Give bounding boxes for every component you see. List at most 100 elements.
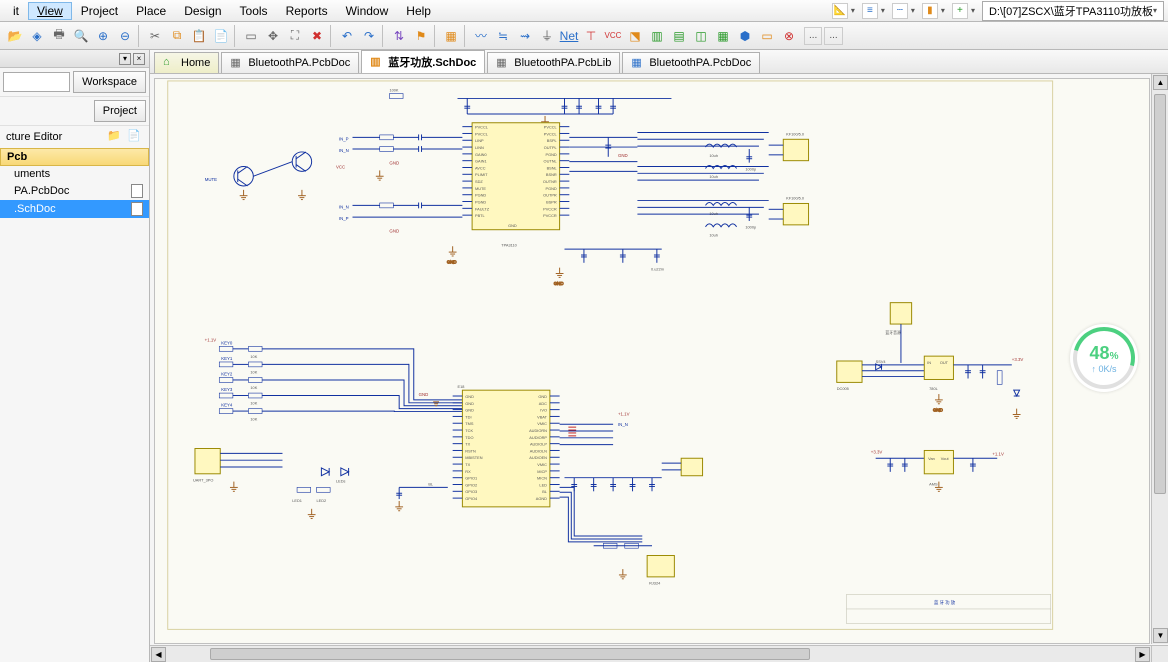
svg-text:PVCCL: PVCCL	[475, 125, 489, 130]
scroll-thumb[interactable]	[210, 648, 810, 660]
cut-icon[interactable]: ✂	[144, 25, 166, 47]
sheet2-icon[interactable]: ▤	[668, 25, 690, 47]
svg-text:VMIC: VMIC	[537, 462, 547, 467]
menu-project[interactable]: Project	[72, 2, 127, 20]
toolbar-split-3[interactable]: ┄▾	[892, 3, 918, 19]
netlabel-icon[interactable]: Net	[558, 25, 580, 47]
zoom-out-icon[interactable]: ⊖	[114, 25, 136, 47]
menu-reports[interactable]: Reports	[277, 2, 337, 20]
scroll-up-icon[interactable]: ▲	[1153, 75, 1168, 90]
document-icon	[131, 184, 143, 198]
menu-design[interactable]: Design	[175, 2, 230, 20]
tree-header[interactable]: Pcb	[0, 148, 149, 166]
vcc-icon[interactable]: ⊤	[580, 25, 602, 47]
project-tree: uments PA.PcbDoc .SchDoc	[0, 166, 149, 218]
sheet-icon[interactable]: ▥	[646, 25, 668, 47]
svg-text:LINN: LINN	[475, 145, 484, 150]
print-icon[interactable]: 🖶	[48, 25, 70, 47]
svg-text:OUTNL: OUTNL	[544, 159, 558, 164]
undo-icon[interactable]: ↶	[336, 25, 358, 47]
tree-item-schdoc[interactable]: .SchDoc	[0, 200, 149, 218]
select-rect-icon[interactable]: ▭	[240, 25, 262, 47]
chevron-down-icon[interactable]: ▾	[119, 53, 131, 65]
menu-tools[interactable]: Tools	[231, 2, 277, 20]
paste2-icon[interactable]: 📄	[210, 25, 232, 47]
layers-icon[interactable]: ◈	[26, 25, 48, 47]
svg-text:PGND: PGND	[546, 152, 557, 157]
svg-text:RSTN: RSTN	[465, 448, 476, 453]
workspace-button[interactable]: Workspace	[73, 71, 146, 93]
svg-text:Vout: Vout	[941, 456, 950, 461]
performance-widget[interactable]: 48% ↑ 0K/s	[1070, 324, 1138, 392]
scroll-left-icon[interactable]: ◀	[151, 647, 166, 662]
tab-pcblib[interactable]: ▦BluetoothPA.PcbLib	[487, 52, 620, 73]
updown-icon[interactable]: ⇅	[388, 25, 410, 47]
tab-home[interactable]: ⌂Home	[154, 52, 219, 73]
port-icon[interactable]: ⬔	[624, 25, 646, 47]
tab-pcbdoc-2[interactable]: ▦BluetoothPA.PcbDoc	[622, 52, 760, 73]
svg-text:GND: GND	[933, 408, 943, 413]
tree-group[interactable]: uments	[0, 166, 149, 182]
tab-schdoc[interactable]: ▥蓝牙功放.SchDoc	[361, 50, 485, 73]
editor-area: ⌂Home ▦BluetoothPA.PcbDoc ▥蓝牙功放.SchDoc ▦…	[150, 50, 1168, 662]
scroll-right-icon[interactable]: ▶	[1135, 647, 1150, 662]
svg-text:SSV4: SSV4	[876, 359, 887, 364]
zoom-in-icon[interactable]: ⊕	[92, 25, 114, 47]
toolbar-more-1[interactable]: ...	[804, 27, 822, 45]
scroll-down-icon[interactable]: ▼	[1153, 628, 1168, 643]
tree-item-pcbdoc[interactable]: PA.PcbDoc	[0, 182, 149, 200]
copy-icon[interactable]: ⧉	[166, 25, 188, 47]
bar-icon: ▮	[922, 3, 938, 19]
svg-text:TPA3110: TPA3110	[501, 242, 517, 247]
move-icon[interactable]: ✥	[262, 25, 284, 47]
svg-text:蓝牙音源: 蓝牙音源	[885, 330, 901, 335]
zoom-fit-icon[interactable]: 🔍	[70, 25, 92, 47]
toolbar-split-2[interactable]: ≡▾	[862, 3, 888, 19]
noconnect-icon[interactable]: ⊗	[778, 25, 800, 47]
delete-icon[interactable]: ✖	[306, 25, 328, 47]
sheet3-icon[interactable]: ◫	[690, 25, 712, 47]
file-path-combo[interactable]: D:\[07]ZSCX\蓝牙TPA3110功放板▾	[982, 1, 1164, 21]
menu-help[interactable]: Help	[397, 2, 440, 20]
part2-icon[interactable]: ⬢	[734, 25, 756, 47]
redo-icon[interactable]: ↷	[358, 25, 380, 47]
flag-icon[interactable]: ⚑	[410, 25, 432, 47]
svg-text:PBTL: PBTL	[475, 213, 486, 218]
toolbar-split-1[interactable]: 📐▾	[832, 3, 858, 19]
text-icon[interactable]: ▭	[756, 25, 778, 47]
scroll-thumb[interactable]	[1154, 94, 1166, 494]
line-icon: 📐	[832, 3, 848, 19]
vcc-label-icon[interactable]: VCC	[602, 25, 624, 47]
pcb-icon: ▦	[230, 56, 244, 70]
gnd-icon[interactable]: ⏚	[536, 25, 558, 47]
open-icon[interactable]: 📂	[4, 25, 26, 47]
schematic-canvas[interactable]: .w{stroke:#1030a0;stroke-width:1;fill:no…	[154, 78, 1150, 644]
menu-view[interactable]: View	[28, 2, 72, 20]
paste-icon[interactable]: 📋	[188, 25, 210, 47]
close-icon[interactable]: ×	[133, 53, 145, 65]
menu-window[interactable]: Window	[337, 2, 398, 20]
plus-icon: +	[952, 3, 968, 19]
project-button[interactable]: Project	[94, 100, 146, 122]
vertical-scrollbar[interactable]: ▲ ▼	[1151, 74, 1168, 644]
horizontal-scrollbar[interactable]: ◀ ▶	[150, 645, 1151, 662]
svg-text:10K: 10K	[250, 354, 257, 359]
workspace-field[interactable]	[3, 72, 70, 92]
toolbar-split-4[interactable]: ▮▾	[922, 3, 948, 19]
bus-icon[interactable]: ≒	[492, 25, 514, 47]
svg-text:PLIMIT: PLIMIT	[475, 172, 488, 177]
toolbar-more-2[interactable]: ...	[824, 27, 842, 45]
document-icon[interactable]: 📄	[127, 129, 143, 145]
svg-text:GND: GND	[389, 229, 399, 234]
toolbar-split-5[interactable]: +▾	[952, 3, 978, 19]
harness-icon[interactable]: ▦	[712, 25, 734, 47]
deselect-icon[interactable]: ⛶	[284, 25, 306, 47]
menu-place[interactable]: Place	[127, 2, 175, 20]
folder-icon[interactable]: 📁	[107, 129, 123, 145]
signal-icon[interactable]: ⇝	[514, 25, 536, 47]
part-icon[interactable]: ▦	[440, 25, 462, 47]
svg-text:10uh: 10uh	[709, 153, 718, 158]
tab-pcbdoc-1[interactable]: ▦BluetoothPA.PcbDoc	[221, 52, 359, 73]
menu-it[interactable]: it	[4, 2, 28, 20]
wire-icon[interactable]: 〰	[470, 25, 492, 47]
